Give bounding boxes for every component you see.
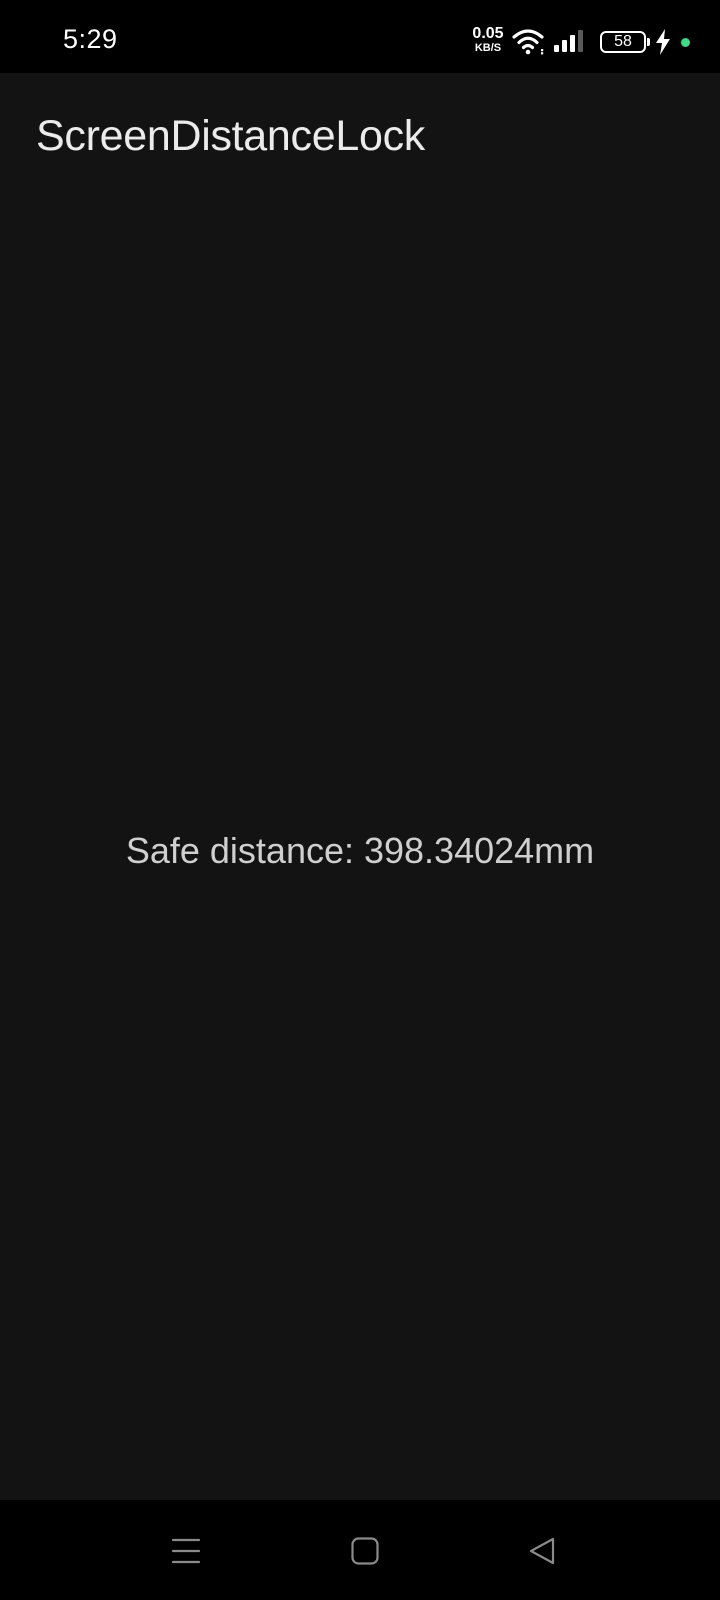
safe-distance-text: Safe distance: 398.34024mm (125, 830, 595, 871)
app-title: ScreenDistanceLock (36, 112, 425, 160)
home-icon (351, 1537, 379, 1565)
cellular-signal-icon (554, 30, 583, 52)
battery-tip (647, 38, 650, 46)
back-button[interactable] (512, 1528, 572, 1574)
wifi-icon (512, 29, 544, 55)
battery-indicator: 58 (600, 31, 646, 53)
navigation-bar (0, 1500, 720, 1600)
home-button[interactable] (335, 1528, 395, 1574)
charging-bolt-icon (656, 29, 670, 55)
back-icon (529, 1537, 555, 1565)
status-time: 5:29 (63, 24, 118, 54)
network-speed-value: 0.05 (472, 25, 504, 42)
status-bar: 5:29 0.05 KB/S 58 (0, 0, 720, 73)
network-speed-unit: KB/S (474, 42, 502, 54)
recent-apps-button[interactable] (156, 1528, 216, 1574)
network-speed: 0.05 KB/S (465, 26, 511, 54)
recent-apps-icon (171, 1538, 201, 1564)
privacy-indicator-dot (681, 38, 690, 47)
